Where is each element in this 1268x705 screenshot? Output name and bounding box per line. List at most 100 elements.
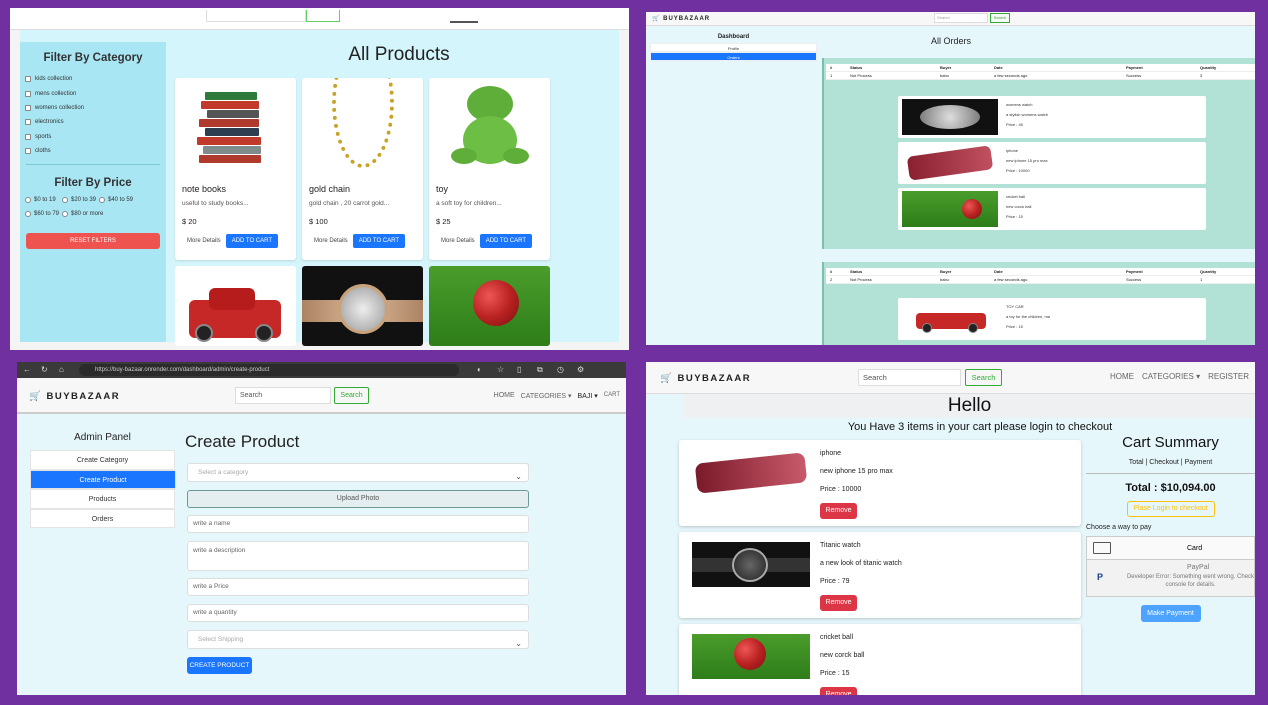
category-checkbox[interactable]: womens collection xyxy=(25,101,166,115)
search-input[interactable]: Search xyxy=(858,369,961,386)
nav-register[interactable]: REGISTER xyxy=(1208,372,1249,381)
settings-icon[interactable]: ⚙ xyxy=(577,365,584,374)
price-radio[interactable]: $40 to 59 xyxy=(99,193,136,207)
page-title: All Products xyxy=(348,44,450,65)
add-to-cart-button[interactable]: ADD TO CART xyxy=(352,234,406,248)
brand-logo[interactable]: 🛒 BUYBAZAAR xyxy=(660,373,751,384)
upload-photo-button[interactable]: Upload Photo xyxy=(187,490,529,508)
checkbox-icon[interactable] xyxy=(25,104,31,111)
cart-summary: Cart Summary Total | Checkout | Payment … xyxy=(1086,434,1255,622)
admin-sidebar: Admin Panel Create Category Create Produ… xyxy=(30,432,176,528)
radio-icon[interactable] xyxy=(25,211,31,218)
shipping-select[interactable]: Select Shipping ⌄ xyxy=(187,630,529,649)
nav-links: HOME CATEGORIES ▾ REGISTER xyxy=(1110,372,1249,381)
sidebar-item-orders[interactable]: Orders xyxy=(30,508,175,528)
wheel-shape xyxy=(195,324,213,342)
history-icon[interactable]: ◷ xyxy=(557,365,564,374)
quantity-input[interactable]: write a quantity xyxy=(187,604,529,622)
item-name: cricket ball xyxy=(1006,194,1025,199)
navbar: 🛒 BUYBAZAAR Search Search xyxy=(646,12,1255,26)
search-input[interactable] xyxy=(206,10,306,22)
category-select[interactable]: Select a category ⌄ xyxy=(187,463,529,482)
paypal-option[interactable]: P PayPal Developer Error: Something went… xyxy=(1086,560,1255,597)
description-textarea[interactable]: write a description xyxy=(187,541,529,571)
ball-shape xyxy=(473,280,519,326)
price-radio[interactable]: $20 to 39 xyxy=(62,193,99,207)
brand-logo[interactable]: 🛒 BUYBAZAAR xyxy=(29,391,120,402)
price-radio[interactable]: $0 to 19 xyxy=(25,193,62,207)
search-button[interactable]: Search xyxy=(990,13,1010,23)
price-radio[interactable]: $80 or more xyxy=(62,207,122,221)
order-item: iphone new iphone 15 pro max Price : 10000 xyxy=(898,142,1206,184)
cart-screenshot: 🛒 BUYBAZAAR Search Search HOME CATEGORIE… xyxy=(646,362,1255,695)
brand-logo[interactable]: 🛒 BUYBAZAAR xyxy=(652,15,710,22)
back-icon[interactable]: ← xyxy=(23,365,31,374)
nav-home[interactable]: HOME xyxy=(494,392,515,400)
product-card: gold chain gold chain , 20 carrot gold..… xyxy=(302,78,423,260)
login-checkout-button[interactable]: Plase Login to checkout xyxy=(1126,501,1215,517)
favorites-icon[interactable]: ☆ xyxy=(497,365,504,374)
checkbox-icon[interactable] xyxy=(25,90,31,97)
sidebar-item-products[interactable]: Products xyxy=(30,489,175,509)
item-image xyxy=(692,634,810,679)
collections-icon[interactable]: ⧉ xyxy=(537,365,543,375)
product-price: $ 20 xyxy=(182,217,197,226)
checkbox-icon[interactable] xyxy=(25,148,31,155)
item-name: TOY CAR xyxy=(1006,304,1024,309)
category-checkbox[interactable]: electronics xyxy=(25,115,166,129)
reload-icon[interactable]: ↻ xyxy=(41,365,48,374)
sidebar-item-create-category[interactable]: Create Category xyxy=(30,450,175,470)
more-details-button[interactable]: More Details xyxy=(441,238,475,244)
radio-icon[interactable] xyxy=(99,197,105,204)
remove-button[interactable]: Remove xyxy=(820,503,857,519)
split-icon[interactable]: ▯ xyxy=(517,365,521,374)
search-button[interactable]: Search xyxy=(334,387,369,404)
divider xyxy=(26,164,160,166)
card-option[interactable]: Card xyxy=(1086,536,1255,560)
extension-icon[interactable]: ◐ xyxy=(477,365,482,374)
more-details-button[interactable]: More Details xyxy=(314,238,348,244)
sidebar-item-create-product[interactable]: Create Product xyxy=(30,469,176,489)
search-button[interactable] xyxy=(306,10,340,22)
search-input[interactable]: Search xyxy=(934,13,988,23)
category-checkbox[interactable]: kids collection xyxy=(25,72,166,86)
reset-filters-button[interactable]: RESET FILTERS xyxy=(26,233,160,250)
card-label: Card xyxy=(1187,545,1203,552)
sidebar-item-profile[interactable]: Profile xyxy=(650,43,817,52)
remove-button[interactable]: Remove xyxy=(820,687,857,695)
products-content: Filter By Category kids collection mens … xyxy=(20,30,619,346)
book-shape xyxy=(205,128,259,136)
nav-home[interactable]: HOME xyxy=(1110,372,1134,381)
add-to-cart-button[interactable]: ADD TO CART xyxy=(479,234,533,248)
home-icon[interactable]: ⌂ xyxy=(59,365,64,374)
checkbox-icon[interactable] xyxy=(25,119,31,126)
price-radio[interactable]: $60 to 79 xyxy=(25,207,62,221)
checkbox-icon[interactable] xyxy=(25,133,31,140)
radio-icon[interactable] xyxy=(25,197,31,204)
category-checkbox[interactable]: mens collection xyxy=(25,86,166,100)
order-item: TOY CAR a toy for the children, ma Price :… xyxy=(898,298,1206,340)
nav-cart[interactable]: CART xyxy=(604,392,620,400)
make-payment-button[interactable]: Make Payment xyxy=(1140,605,1201,622)
more-details-button[interactable]: More Details xyxy=(187,238,221,244)
nav-categories[interactable]: CATEGORIES ▾ xyxy=(1142,372,1200,381)
search-button[interactable]: Search xyxy=(965,369,1002,386)
remove-button[interactable]: Remove xyxy=(820,595,857,611)
sidebar-item-orders[interactable]: Orders xyxy=(650,52,817,61)
paypal-label: PayPal xyxy=(1187,564,1210,571)
search-input[interactable]: Search xyxy=(235,387,331,404)
cart-item: Titanic watch a new look of titanic watc… xyxy=(679,532,1081,618)
add-to-cart-button[interactable]: ADD TO CART xyxy=(225,234,279,248)
nav-categories[interactable]: CATEGORIES ▾ xyxy=(521,392,572,400)
item-name: iphone xyxy=(820,450,842,457)
category-checkbox[interactable]: sports xyxy=(25,130,166,144)
radio-icon[interactable] xyxy=(62,197,68,204)
checkbox-icon[interactable] xyxy=(25,76,31,83)
category-checkbox[interactable]: cloths xyxy=(25,144,166,158)
address-bar[interactable]: https://buy-bazaar.onrender.com/dashboar… xyxy=(79,364,459,376)
create-product-button[interactable]: CREATE PRODUCT xyxy=(187,657,252,674)
nav-user[interactable]: BAJI ▾ xyxy=(578,392,598,400)
price-input[interactable]: write a Price xyxy=(187,578,529,596)
name-input[interactable]: write a name xyxy=(187,515,529,533)
radio-icon[interactable] xyxy=(62,211,68,218)
